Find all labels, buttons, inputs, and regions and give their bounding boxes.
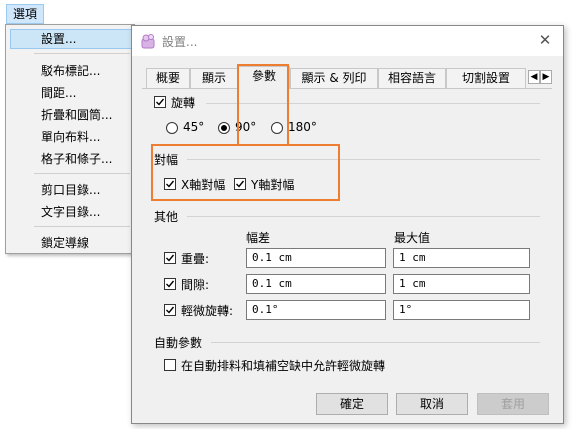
- apply-button[interactable]: 套用: [477, 393, 549, 415]
- group-divider: [187, 216, 540, 217]
- settings-dialog: 設置... ✕ 概要 顯示 參數 顯示 & 列印 相容語言 切割設置 ◀ ▶ 旋…: [131, 25, 564, 424]
- rotation-180-label: 180°: [288, 120, 317, 134]
- options-menu[interactable]: 選項: [6, 4, 44, 24]
- options-dropdown: 設置... 駁布標記... 間距... 折疊和圓筒... 單向布料... 格子和…: [5, 24, 135, 254]
- tab-cut-settings[interactable]: 切割設置: [446, 68, 526, 88]
- menu-item-notch-catalog[interactable]: 剪口目錄...: [41, 180, 100, 200]
- menu-separator: [34, 173, 130, 174]
- overlap-label: 重疊:: [181, 252, 210, 266]
- cancel-button[interactable]: 取消: [396, 393, 468, 415]
- max-column-header: 最大值: [394, 231, 431, 245]
- gap-checkbox[interactable]: [164, 278, 176, 290]
- overlap-max-input[interactable]: 1 cm: [393, 248, 530, 268]
- menu-item-fabric-marks[interactable]: 駁布標記...: [41, 61, 100, 81]
- highlight-tab-box: [237, 64, 289, 146]
- menu-item-one-way[interactable]: 單向布料...: [41, 127, 100, 147]
- tab-display-print[interactable]: 顯示 & 列印: [290, 68, 378, 88]
- group-divider: [211, 342, 540, 343]
- menu-item-text-catalog[interactable]: 文字目錄...: [41, 202, 100, 222]
- highlight-align-box: [151, 144, 340, 201]
- slight-rotation-label: 輕微旋轉:: [181, 304, 234, 318]
- tab-display[interactable]: 顯示: [190, 68, 238, 88]
- allow-slight-rotation-label: 在自動排料和填補空缺中允許輕微旋轉: [181, 359, 386, 373]
- tab-strip: 概要 顯示 參數 顯示 & 列印 相容語言 切割設置 ◀ ▶: [142, 66, 552, 89]
- rotation-checkbox[interactable]: [154, 96, 166, 108]
- slight-rotation-max-input[interactable]: 1°: [393, 300, 530, 320]
- gap-tolerance-input[interactable]: 0.1 cm: [246, 274, 386, 294]
- title-bar: 設置... ✕: [132, 26, 563, 56]
- other-group-label: 其他: [154, 210, 179, 224]
- tolerance-column-header: 幅差: [246, 231, 271, 245]
- menu-item-fold-tube[interactable]: 折疊和圓筒...: [41, 105, 112, 125]
- tab-scroll-left-icon[interactable]: ◀: [528, 70, 540, 84]
- tab-compatible-language[interactable]: 相容語言: [378, 68, 446, 88]
- menu-item-spacing[interactable]: 間距...: [41, 83, 76, 103]
- rotation-45-radio[interactable]: [166, 122, 178, 134]
- overlap-tolerance-input[interactable]: 0.1 cm: [246, 248, 386, 268]
- ok-button[interactable]: 確定: [316, 393, 388, 415]
- tab-scroll-right-icon[interactable]: ▶: [540, 70, 552, 84]
- allow-slight-rotation-checkbox[interactable]: [164, 359, 176, 371]
- close-icon[interactable]: ✕: [535, 30, 555, 50]
- slight-rotation-tolerance-input[interactable]: 0.1°: [246, 300, 386, 320]
- app-icon: [141, 34, 155, 49]
- menu-item-settings[interactable]: 設置...: [41, 29, 76, 49]
- menu-item-lock-guides[interactable]: 鎖定導線: [41, 233, 89, 253]
- gap-label: 間隙:: [181, 278, 210, 292]
- dialog-title: 設置...: [162, 35, 198, 49]
- menu-separator: [34, 53, 130, 54]
- menu-separator: [34, 226, 130, 227]
- rotation-45-label: 45°: [183, 120, 205, 134]
- slight-rotation-checkbox[interactable]: [164, 304, 176, 316]
- tab-overview[interactable]: 概要: [146, 68, 190, 88]
- gap-max-input[interactable]: 1 cm: [393, 274, 530, 294]
- menu-item-plaid-stripe[interactable]: 格子和條子...: [41, 149, 112, 169]
- rotation-label: 旋轉: [171, 96, 196, 110]
- rotation-90-radio[interactable]: [218, 122, 230, 134]
- overlap-checkbox[interactable]: [164, 252, 176, 264]
- auto-params-label: 自動參數: [154, 336, 203, 350]
